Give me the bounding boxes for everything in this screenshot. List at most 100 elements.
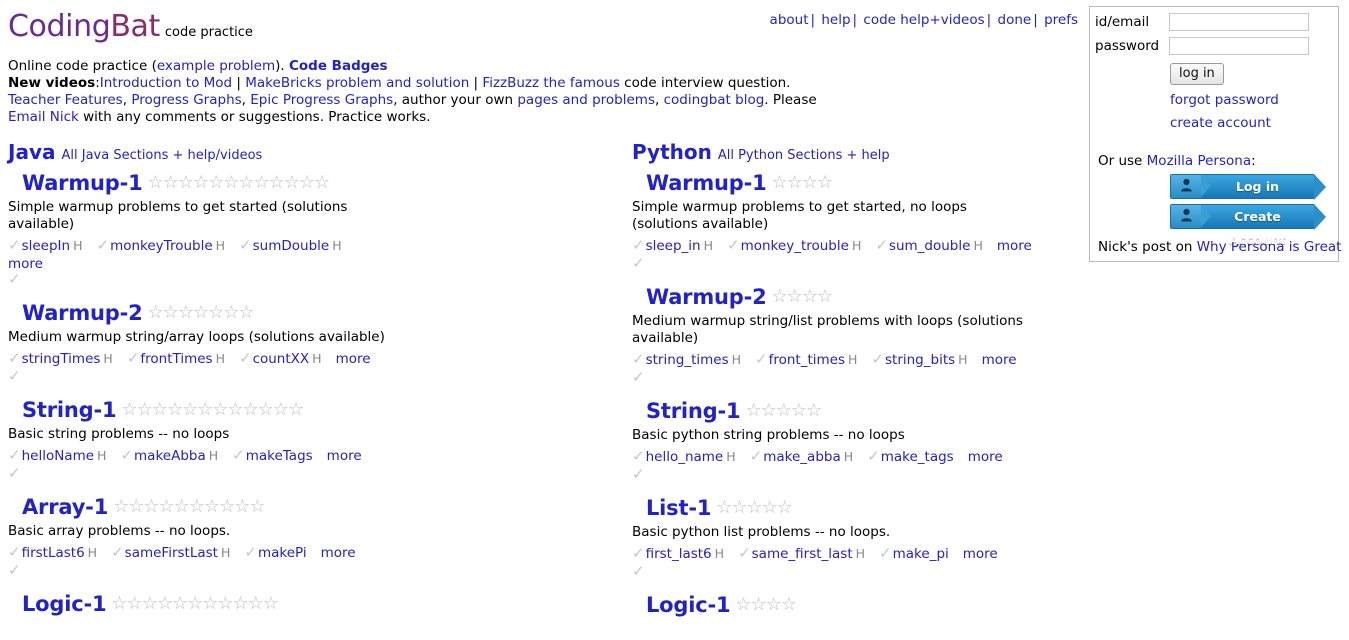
check-icon: ✓: [871, 350, 884, 368]
problem-item: ✓make_tags: [867, 449, 954, 465]
example-problem-link[interactable]: example problem: [157, 58, 275, 74]
section-title-link[interactable]: Logic-1: [22, 592, 106, 616]
logo-text-coding: Coding: [8, 9, 110, 44]
star-rating: ☆☆☆☆: [735, 596, 796, 614]
hint-marker: H: [209, 448, 218, 463]
persona-login-button[interactable]: Log in: [1170, 174, 1315, 199]
problem-link[interactable]: helloName: [22, 448, 94, 464]
section-title-link[interactable]: String-1: [646, 399, 740, 423]
check-icon: ✓: [8, 464, 527, 482]
problem-link[interactable]: firstLast6: [22, 545, 85, 561]
more-link[interactable]: more: [963, 546, 998, 562]
problem-link[interactable]: hello_name: [646, 449, 724, 465]
problem-list: ✓first_last6H✓same_first_lastH✓make_pimo…: [632, 543, 1152, 564]
codingbat-blog-link[interactable]: codingbat blog: [664, 92, 765, 108]
id-email-input[interactable]: [1169, 13, 1309, 31]
all-sections-link[interactable]: All Java Sections + help/videos: [61, 148, 262, 163]
section-description: Simple warmup problems to get started (s…: [8, 199, 408, 233]
section-title-link[interactable]: Logic-1: [646, 593, 730, 617]
hint-marker: H: [852, 238, 861, 253]
more-link[interactable]: more: [336, 351, 371, 367]
intro-to-mod-link[interactable]: Introduction to Mod: [100, 75, 232, 91]
check-icon: ✓: [632, 236, 645, 254]
problem-link[interactable]: stringTimes: [22, 351, 101, 367]
section-title-link[interactable]: String-1: [22, 398, 116, 422]
problem-item: ✓front_timesH: [755, 352, 857, 368]
problem-link[interactable]: sumDouble: [253, 238, 330, 254]
section-description: Basic python list problems -- no loops.: [632, 524, 1032, 541]
problem-link[interactable]: sleepIn: [22, 238, 71, 254]
makebricks-link[interactable]: MakeBricks problem and solution: [245, 75, 469, 91]
problem-link[interactable]: countXX: [253, 351, 310, 367]
nav-done[interactable]: done: [998, 12, 1032, 28]
problem-link[interactable]: first_last6: [646, 546, 712, 562]
create-account-link[interactable]: create account: [1170, 115, 1271, 131]
star-rating: ☆☆☆☆☆☆☆☆☆☆☆☆: [148, 174, 330, 192]
section-description: Basic array problems -- no loops.: [8, 523, 408, 540]
teacher-features-link[interactable]: Teacher Features: [8, 92, 123, 108]
all-sections-link[interactable]: All Python Sections + help: [718, 148, 890, 163]
more-link[interactable]: more: [327, 448, 362, 464]
pages-and-problems-link[interactable]: pages and problems: [517, 92, 655, 108]
section-title-row: Logic-1☆☆☆☆☆☆☆☆☆☆☆: [22, 593, 528, 619]
section-title-row: String-1☆☆☆☆☆☆☆☆☆☆☆☆: [22, 399, 528, 425]
hint-marker: H: [726, 449, 735, 464]
section-title-row: String-1☆☆☆☆☆: [646, 400, 1152, 426]
forgot-password-link[interactable]: forgot password: [1170, 92, 1279, 108]
problem-link[interactable]: sameFirstLast: [125, 545, 218, 561]
persona-create-account-button[interactable]: Create Account: [1170, 204, 1315, 229]
mozilla-persona-link[interactable]: Mozilla Persona: [1147, 153, 1251, 169]
section-title-link[interactable]: Warmup-1: [646, 171, 767, 195]
section-title-link[interactable]: Array-1: [22, 495, 108, 519]
section-title-link[interactable]: Warmup-1: [22, 171, 143, 195]
problem-link[interactable]: same_first_last: [752, 546, 853, 562]
problem-link[interactable]: string_bits: [885, 352, 955, 368]
progress-graphs-link[interactable]: Progress Graphs: [131, 92, 241, 108]
problem-link[interactable]: sum_double: [889, 238, 971, 254]
more-link[interactable]: more: [968, 449, 1003, 465]
intro-line-3: Teacher Features, Progress Graphs, Epic …: [8, 92, 1078, 109]
problem-link[interactable]: frontTimes: [140, 351, 212, 367]
problem-link[interactable]: makeAbba: [134, 448, 206, 464]
section-warmup-1: Warmup-1 ☆☆☆☆☆☆☆☆☆☆☆☆ Simple warmup proble…: [8, 172, 528, 288]
problem-link[interactable]: makeTags: [246, 448, 313, 464]
problem-link[interactable]: monkey_trouble: [741, 238, 849, 254]
problem-item: ✓helloNameH: [8, 448, 106, 464]
nav-help[interactable]: help: [821, 12, 850, 28]
more-link[interactable]: more: [982, 352, 1017, 368]
problem-link[interactable]: make_abba: [763, 449, 841, 465]
problem-link[interactable]: front_times: [769, 352, 845, 368]
problem-link[interactable]: monkeyTrouble: [110, 238, 213, 254]
problem-link[interactable]: make_pi: [893, 546, 949, 562]
section-title-link[interactable]: Warmup-2: [646, 285, 767, 309]
password-input[interactable]: [1169, 37, 1309, 55]
epic-progress-graphs-link[interactable]: Epic Progress Graphs: [250, 92, 393, 108]
problem-link[interactable]: sleep_in: [646, 238, 701, 254]
problem-list: ✓sleep_inH✓monkey_troubleH✓sum_doubleHmo…: [632, 235, 1152, 256]
check-icon: ✓: [8, 543, 21, 561]
logo-tagline: code practice: [165, 25, 253, 40]
hint-marker: H: [958, 352, 967, 367]
section-title-row: List-1☆☆☆☆☆: [646, 497, 1152, 523]
section-title-link[interactable]: Warmup-2: [22, 301, 143, 325]
nav-about[interactable]: about: [770, 12, 809, 28]
code-badges-link[interactable]: Code Badges: [289, 58, 388, 74]
section-title-link[interactable]: List-1: [646, 496, 711, 520]
log-in-button[interactable]: log in: [1170, 63, 1224, 85]
email-nick-link[interactable]: Email Nick: [8, 109, 79, 125]
more-link[interactable]: more: [321, 545, 356, 561]
hint-marker: H: [973, 238, 982, 253]
lang-name: Java: [8, 140, 55, 164]
more-link[interactable]: more: [997, 238, 1032, 254]
nav-code-help-videos[interactable]: code help+videos: [863, 12, 984, 28]
section-string-1: String-1☆☆☆☆☆Basic python string problem…: [632, 400, 1152, 483]
nav-prefs[interactable]: prefs: [1044, 12, 1078, 28]
section-logic-1: Logic-1☆☆☆☆☆☆☆☆☆☆☆: [8, 593, 528, 619]
problem-link[interactable]: string_times: [646, 352, 729, 368]
fizzbuzz-link[interactable]: FizzBuzz the famous: [482, 75, 619, 91]
hint-marker: H: [715, 546, 724, 561]
problem-link[interactable]: make_tags: [881, 449, 954, 465]
problem-item: ✓sameFirstLastH: [111, 545, 230, 561]
section-description: Basic string problems -- no loops: [8, 426, 408, 443]
problem-link[interactable]: makePi: [258, 545, 307, 561]
